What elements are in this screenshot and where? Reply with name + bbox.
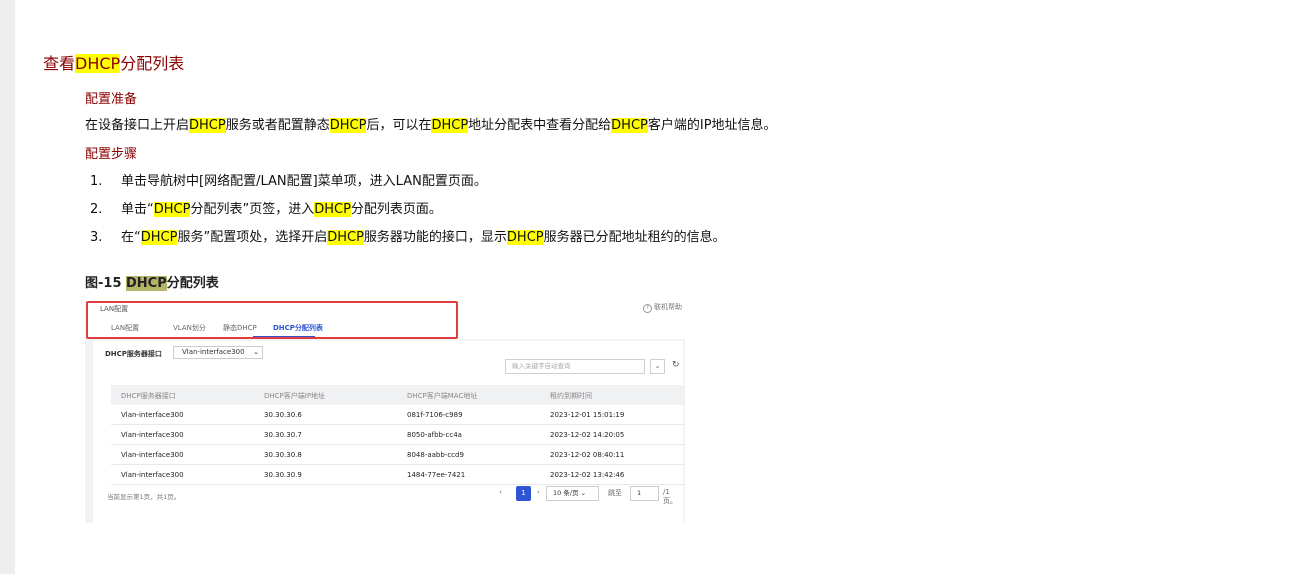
table-cell: Vlan-interface300 <box>121 451 184 459</box>
step-1: 1. 单击导航树中[网络配置/LAN配置]菜单项，进入LAN配置页面。 <box>90 174 487 189</box>
table-row: Vlan-interface300 30.30.30.8 8048-aabb-c… <box>111 445 685 465</box>
section-title: 查看DHCP分配列表 <box>43 54 185 73</box>
table-cell: 2023-12-01 15:01:19 <box>550 411 625 419</box>
next-page-icon[interactable]: › <box>537 488 540 496</box>
refresh-icon[interactable]: ↻ <box>672 360 680 370</box>
figure-screenshot: LAN配置 ? 联机帮助 LAN配置 VLAN划分 静态DHCP DHCP分配列表… <box>85 297 685 523</box>
table-cell: 1484-77ee-7421 <box>407 471 466 479</box>
table-cell: 8048-aabb-ccd9 <box>407 451 464 459</box>
total-pages: /1页。 <box>663 488 677 505</box>
chevron-down-icon: ⌄ <box>654 362 661 370</box>
page-size-select[interactable]: 10 条/页 ⌄ <box>546 486 599 501</box>
table-cell: 30.30.30.6 <box>264 411 302 419</box>
table-cell: Vlan-interface300 <box>121 471 184 479</box>
prev-page-icon[interactable]: ‹ <box>499 488 502 496</box>
prep-paragraph: 在设备接口上开启DHCP服务或者配置静态DHCP后，可以在DHCP地址分配表中查… <box>85 118 777 133</box>
pagination-summary: 当前显示第1页，共1页。 <box>107 493 181 501</box>
help-icon: ? <box>643 304 652 313</box>
step-3: 3. 在“DHCP服务”配置项处，选择开启DHCP服务器功能的接口，显示DHCP服… <box>90 230 726 245</box>
figure-header: LAN配置 ? 联机帮助 LAN配置 VLAN划分 静态DHCP DHCP分配列表 <box>85 297 685 339</box>
server-interface-select[interactable]: Vlan-interface300 ⌄ <box>173 346 263 359</box>
column-header: DHCP客户端IP地址 <box>264 392 326 400</box>
steps-heading: 配置步骤 <box>85 147 138 162</box>
table-row: Vlan-interface300 30.30.30.7 8050-afbb-c… <box>111 425 685 445</box>
table-cell: Vlan-interface300 <box>121 411 184 419</box>
document-page: 查看DHCP分配列表 配置准备 在设备接口上开启DHCP服务或者配置静态DHCP… <box>15 0 1289 574</box>
search-input[interactable]: 输入关键字自动查询 <box>505 359 645 374</box>
chevron-down-icon: ⌄ <box>580 489 587 497</box>
server-interface-label: DHCP服务器接口 <box>105 350 162 358</box>
figure-content: DHCP服务器接口 Vlan-interface300 ⌄ 输入关键字自动查询 ⌄… <box>93 341 685 523</box>
table-cell: Vlan-interface300 <box>121 431 184 439</box>
goto-label: 跳至 <box>608 489 622 497</box>
table-cell: 2023-12-02 08:40:11 <box>550 451 625 459</box>
left-margin-bar <box>0 0 15 574</box>
help-link[interactable]: ? 联机帮助 <box>643 302 682 313</box>
table-cell: 081f-7106-c989 <box>407 411 463 419</box>
page-1-button[interactable]: 1 <box>516 486 531 501</box>
search-dropdown-button[interactable]: ⌄ <box>650 359 665 374</box>
step-2: 2. 单击“DHCP分配列表”页签，进入DHCP分配列表页面。 <box>90 202 442 217</box>
highlight-box <box>86 301 458 339</box>
table-cell: 8050-afbb-cc4a <box>407 431 462 439</box>
table-row: Vlan-interface300 30.30.30.9 1484-77ee-7… <box>111 465 685 485</box>
prep-heading: 配置准备 <box>85 92 138 107</box>
column-header: DHCP服务器接口 <box>121 392 176 400</box>
figure-caption: 图-15 DHCP分配列表 <box>85 276 219 291</box>
table-cell: 30.30.30.7 <box>264 431 302 439</box>
table-cell: 30.30.30.9 <box>264 471 302 479</box>
dhcp-table: DHCP服务器接口 DHCP客户端IP地址 DHCP客户端MAC地址 租约到期时… <box>111 385 685 485</box>
table-cell: 30.30.30.8 <box>264 451 302 459</box>
table-cell: 2023-12-02 13:42:46 <box>550 471 625 479</box>
table-row: Vlan-interface300 30.30.30.6 081f-7106-c… <box>111 405 685 425</box>
column-header: 租约到期时间 <box>550 392 592 400</box>
column-header: DHCP客户端MAC地址 <box>407 392 478 400</box>
table-cell: 2023-12-02 14:20:05 <box>550 431 625 439</box>
table-header: DHCP服务器接口 DHCP客户端IP地址 DHCP客户端MAC地址 租约到期时… <box>111 385 685 405</box>
goto-page-input[interactable]: 1 <box>630 486 659 501</box>
chevron-down-icon: ⌄ <box>253 348 259 356</box>
